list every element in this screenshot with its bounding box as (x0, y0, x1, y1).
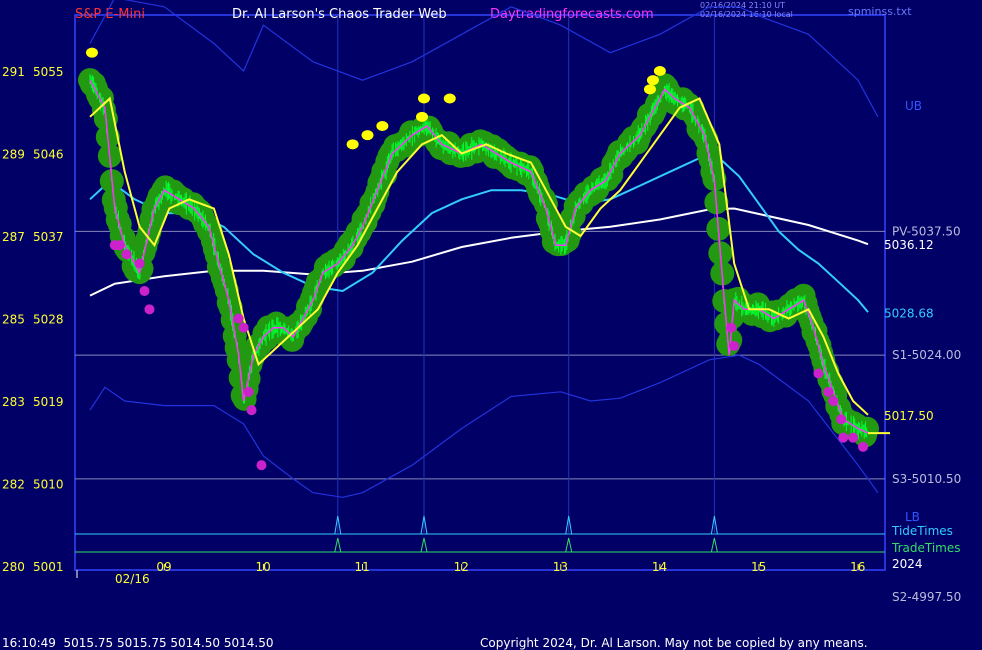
magenta-marker (858, 441, 869, 452)
site-link[interactable]: Daytradingforecasts.com (490, 7, 654, 22)
x-tick-label: 13 (553, 560, 568, 574)
yellow-marker (653, 66, 666, 76)
magenta-marker (139, 286, 150, 296)
y-tick-price: 5001 (33, 560, 64, 574)
y-tick-price: 5037 (33, 230, 64, 244)
y-tick-left: 285 (2, 313, 25, 327)
magenta-marker (838, 432, 849, 443)
magenta-marker (134, 258, 145, 269)
y-tick-left: 282 (2, 478, 25, 492)
magenta-marker (848, 432, 859, 443)
level-label: S1-5024.00 (892, 348, 961, 362)
date-label: 02/16 (115, 572, 150, 586)
yellow-marker (646, 75, 659, 86)
level-label: S3-5010.50 (892, 472, 961, 486)
lower-band-line (89, 354, 879, 498)
magenta-marker (813, 368, 824, 379)
file-label: spminss.txt (848, 5, 912, 18)
symbol-title: S&P E-Mini (75, 7, 145, 22)
trade-spike (334, 537, 342, 553)
yellow-marker (643, 84, 656, 95)
trade-spike (420, 537, 428, 553)
yellow-marker (346, 139, 359, 150)
level-label: PV-5037.50 (892, 224, 961, 238)
y-tick-left: 280 (2, 560, 25, 574)
level-label: S2-4997.50 (892, 590, 961, 604)
value-label: 5036.12 (884, 238, 934, 252)
magenta-marker (233, 313, 244, 324)
magenta-marker (243, 386, 254, 397)
value-label: 5017.50 (884, 409, 934, 423)
magenta-marker (729, 341, 740, 351)
magenta-marker (828, 396, 839, 406)
magenta-marker (121, 249, 132, 260)
magenta-marker (823, 386, 834, 397)
x-tick-label: 11 (355, 560, 370, 574)
magenta-marker (114, 240, 125, 251)
x-tick-label: 15 (751, 560, 766, 574)
last-quote: 16:10:49 5015.75 5015.75 5014.50 5014.50 (2, 636, 273, 650)
plot-frame (74, 14, 886, 571)
y-tick-price: 5055 (33, 65, 64, 79)
magenta-marker (726, 322, 737, 333)
x-tick-label: 10 (255, 560, 270, 574)
y-tick-left: 283 (2, 395, 25, 409)
magenta-marker (836, 414, 847, 425)
tide-times-label: TideTimes (891, 524, 953, 538)
yellow-marker (417, 93, 430, 104)
site-title: Dr. Al Larson's Chaos Trader Web (232, 7, 447, 22)
copyright: Copyright 2024, Dr. Al Larson. May not b… (480, 636, 868, 650)
yellow-marker (85, 47, 98, 58)
x-tick-label: 09 (156, 560, 171, 574)
yellow-marker (416, 111, 429, 122)
trade-spike (710, 537, 718, 553)
magenta-marker (238, 322, 249, 333)
magenta-marker (256, 460, 267, 471)
magenta-marker (246, 405, 257, 416)
trade-times-label: TradeTimes (891, 541, 960, 555)
chart-window: S&P E-Mini Dr. Al Larson's Chaos Trader … (0, 0, 982, 650)
x-tick-label: 14 (652, 560, 667, 574)
yellow-marker (443, 93, 456, 104)
y-tick-left: 287 (2, 230, 25, 244)
x-tick-label: 12 (454, 560, 469, 574)
lower-band-label: LB (905, 510, 920, 524)
y-tick-left: 291 (2, 65, 25, 79)
y-tick-price: 5019 (33, 395, 64, 409)
y-tick-price: 5010 (33, 478, 64, 492)
y-tick-price: 5028 (33, 313, 64, 327)
x-tick-label: 16 (850, 560, 865, 574)
upper-band-label: UB (905, 99, 922, 113)
y-tick-left: 289 (2, 148, 25, 162)
yellow-marker (376, 121, 389, 131)
year-label: 2024 (892, 557, 923, 571)
price-chart: S&P E-Mini Dr. Al Larson's Chaos Trader … (2, 0, 961, 650)
y-tick-price: 5046 (33, 148, 64, 162)
trade-spike (565, 537, 573, 553)
value-label: 5028.68 (884, 306, 934, 320)
yellow-marker (361, 130, 374, 141)
magenta-marker (144, 304, 155, 315)
